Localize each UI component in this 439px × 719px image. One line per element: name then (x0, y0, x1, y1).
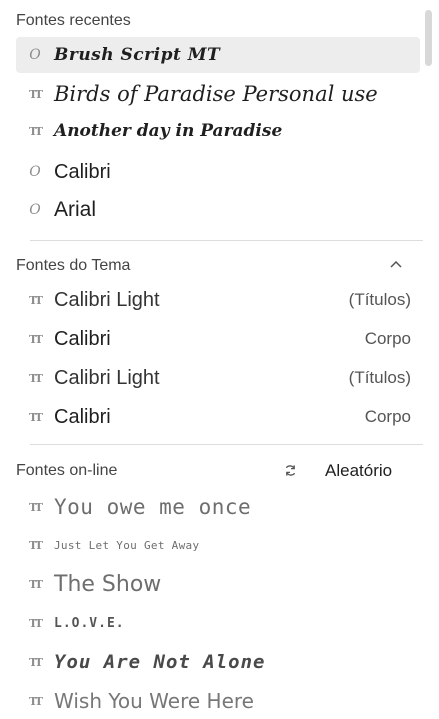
truetype-icon: TT (29, 577, 43, 591)
theme-font-item[interactable]: TT Calibri Light (Títulos) (16, 360, 420, 396)
random-button[interactable]: Aleatório (325, 461, 392, 481)
scrollbar-thumb[interactable] (425, 10, 432, 66)
font-item-label: You owe me once (54, 495, 252, 519)
font-item-arial[interactable]: O Arial (16, 192, 420, 228)
font-item-label: Calibri Light (54, 366, 160, 389)
truetype-icon: TT (29, 694, 43, 708)
font-item-label: You Are Not Alone (54, 651, 266, 673)
font-item-label: The Show (54, 571, 162, 597)
random-button-label: Aleatório (325, 461, 393, 480)
font-picker-panel: Fontes recentes O Brush Script MT TT Bir… (0, 0, 432, 713)
font-item-birds-of-paradise[interactable]: TT Birds of Paradise Personal use (16, 76, 420, 112)
chevron-up-icon[interactable] (389, 258, 403, 272)
section-divider (30, 240, 423, 241)
font-item-label: Birds of Paradise Personal use (54, 82, 378, 106)
online-font-item[interactable]: TT You Are Not Alone (16, 644, 420, 680)
opentype-icon: O (29, 202, 41, 218)
recent-fonts-header: Fontes recentes (16, 12, 131, 29)
font-role-tag: (Títulos) (348, 290, 411, 309)
font-item-label: Calibri (54, 327, 111, 350)
font-item-label: Calibri Light (54, 288, 160, 311)
font-item-label: Wish You Were Here (54, 689, 254, 713)
opentype-icon: O (29, 164, 41, 180)
truetype-icon: TT (29, 500, 43, 514)
theme-font-item[interactable]: TT Calibri Corpo (16, 399, 420, 435)
font-role-tag: (Títulos) (348, 368, 411, 387)
truetype-icon: TT (29, 293, 43, 307)
online-font-item[interactable]: TT The Show (16, 566, 420, 602)
font-item-label: Just Let You Get Away (54, 538, 200, 552)
font-item-calibri[interactable]: O Calibri (16, 154, 420, 190)
truetype-icon: TT (29, 371, 43, 385)
font-item-label: Another day in Paradise (54, 121, 283, 141)
font-item-label: Calibri (54, 405, 111, 428)
truetype-icon: TT (29, 655, 43, 669)
truetype-icon: TT (29, 616, 43, 630)
opentype-icon: O (29, 47, 41, 63)
theme-font-item[interactable]: TT Calibri Light (Títulos) (16, 282, 420, 318)
online-font-item[interactable]: TT L.O.V.E. (16, 605, 420, 641)
theme-font-item[interactable]: TT Calibri Corpo (16, 321, 420, 357)
font-item-label: Calibri (54, 160, 111, 183)
font-role-tag: Corpo (364, 407, 411, 426)
truetype-icon: TT (29, 87, 43, 101)
truetype-icon: TT (29, 538, 43, 552)
truetype-icon: TT (29, 410, 43, 424)
font-item-label: L.O.V.E. (54, 615, 125, 631)
online-fonts-header: Fontes on-line (16, 462, 118, 479)
truetype-icon: TT (29, 332, 43, 346)
theme-fonts-header: Fontes do Tema (16, 257, 131, 274)
online-font-item[interactable]: TT Wish You Were Here (16, 683, 420, 719)
section-divider (30, 444, 423, 445)
font-item-label: Brush Script MT (54, 45, 221, 65)
font-item-another-day[interactable]: TT Another day in Paradise (16, 113, 420, 149)
online-font-item[interactable]: TT Just Let You Get Away (16, 527, 420, 563)
font-role-tag: Corpo (364, 329, 411, 348)
online-font-item[interactable]: TT You owe me once (16, 489, 420, 525)
truetype-icon: TT (29, 124, 43, 138)
refresh-icon[interactable] (284, 464, 297, 477)
font-item-brush-script[interactable]: O Brush Script MT (16, 37, 420, 73)
font-item-label: Arial (54, 198, 97, 221)
